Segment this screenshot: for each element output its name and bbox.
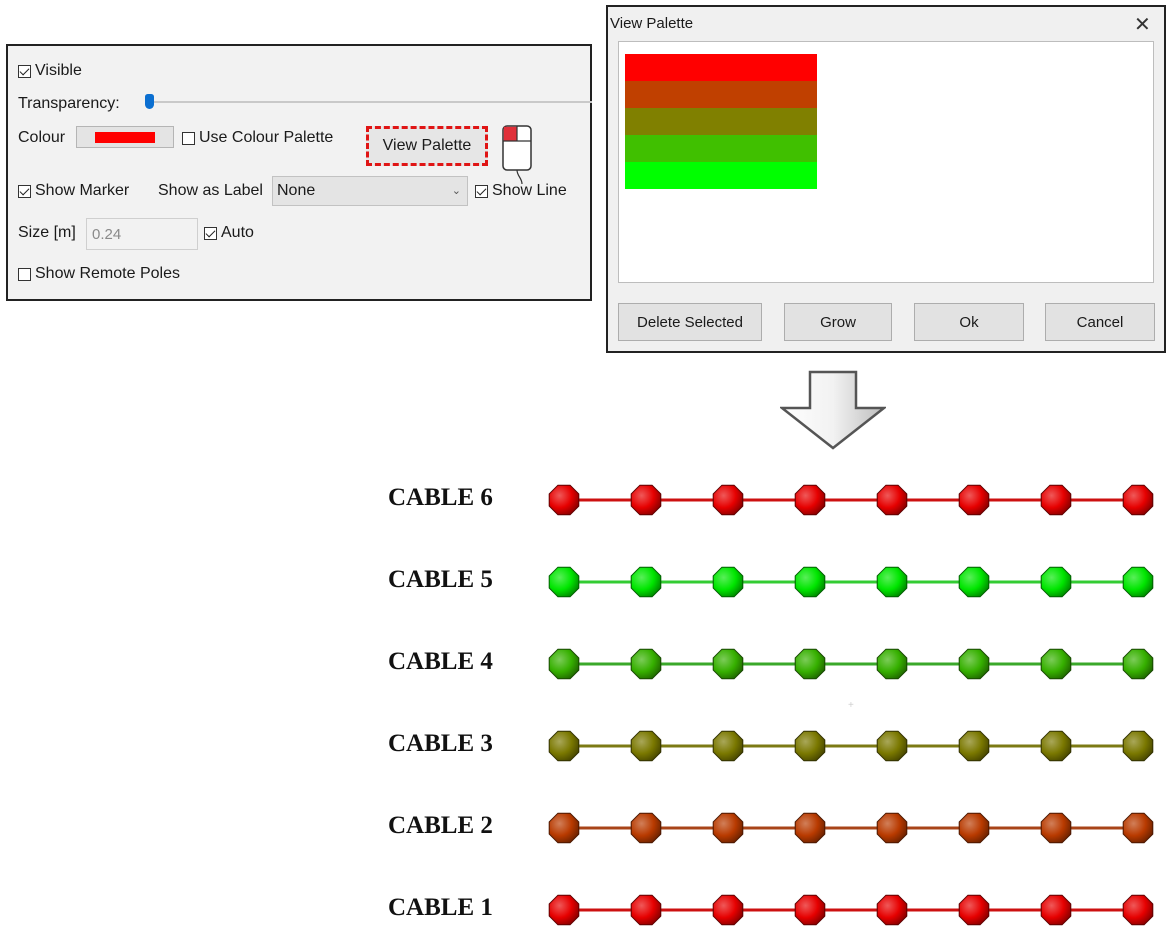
cable-4-marker-4 xyxy=(794,648,826,680)
cable-2-marker-3 xyxy=(712,812,744,844)
cable-1-marker-8 xyxy=(1122,894,1154,926)
cable-1-marker-6 xyxy=(958,894,990,926)
cable-5-marker-5 xyxy=(876,566,908,598)
cable-2-marker-1 xyxy=(548,812,580,844)
cable-5-marker-4 xyxy=(794,566,826,598)
cable-1-marker-4 xyxy=(794,894,826,926)
cable-1-marker-7 xyxy=(1040,894,1072,926)
cable-4-marker-3 xyxy=(712,648,744,680)
cable-5-marker-2 xyxy=(630,566,662,598)
cable-1-marker-3 xyxy=(712,894,744,926)
cable-1-marker-5 xyxy=(876,894,908,926)
cable-6-marker-1 xyxy=(548,484,580,516)
cable-3-marker-6 xyxy=(958,730,990,762)
cable-2-marker-5 xyxy=(876,812,908,844)
cable-4-marker-8 xyxy=(1122,648,1154,680)
cable-5-marker-6 xyxy=(958,566,990,598)
cable-4-marker-2 xyxy=(630,648,662,680)
cable-5-marker-7 xyxy=(1040,566,1072,598)
cable-5-marker-3 xyxy=(712,566,744,598)
cable-2-marker-6 xyxy=(958,812,990,844)
cable-6-marker-8 xyxy=(1122,484,1154,516)
cable-3-marker-5 xyxy=(876,730,908,762)
cable-2-marker-7 xyxy=(1040,812,1072,844)
cable-4-marker-5 xyxy=(876,648,908,680)
cable-3-marker-3 xyxy=(712,730,744,762)
cable-6-marker-4 xyxy=(794,484,826,516)
cable-3-marker-2 xyxy=(630,730,662,762)
cable-2-marker-8 xyxy=(1122,812,1154,844)
cable-6-marker-5 xyxy=(876,484,908,516)
cable-4-marker-7 xyxy=(1040,648,1072,680)
cable-1-marker-2 xyxy=(630,894,662,926)
cable-5-marker-8 xyxy=(1122,566,1154,598)
cable-6-marker-2 xyxy=(630,484,662,516)
cable-3-marker-1 xyxy=(548,730,580,762)
cable-3-marker-4 xyxy=(794,730,826,762)
cable-5-marker-1 xyxy=(548,566,580,598)
cable-6-marker-3 xyxy=(712,484,744,516)
cable-1-marker-1 xyxy=(548,894,580,926)
cable-2-marker-4 xyxy=(794,812,826,844)
cable-6-marker-7 xyxy=(1040,484,1072,516)
cable-4-marker-6 xyxy=(958,648,990,680)
cable-6-marker-6 xyxy=(958,484,990,516)
cable-3-marker-7 xyxy=(1040,730,1072,762)
cable-4-marker-1 xyxy=(548,648,580,680)
cable-visualization xyxy=(548,484,1154,926)
cable-3-marker-8 xyxy=(1122,730,1154,762)
cable-2-marker-2 xyxy=(630,812,662,844)
